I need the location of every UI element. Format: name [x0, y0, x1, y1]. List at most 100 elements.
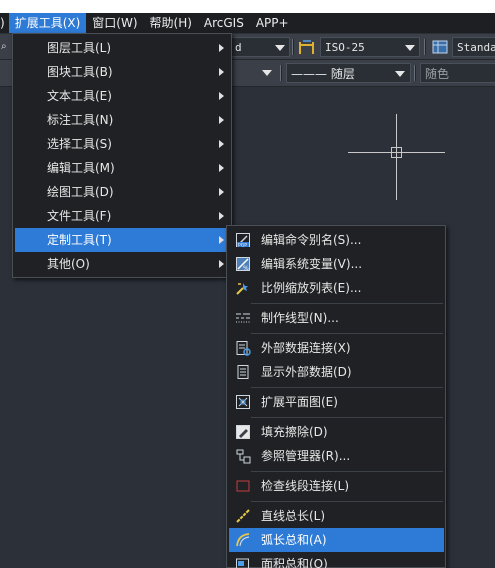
color-select[interactable]: 随色 [420, 63, 495, 83]
menu-item-label: 其他(O) [47, 257, 90, 271]
check-segment-icon [236, 480, 250, 492]
show-external-data-icon [237, 365, 249, 379]
menu-item-edit-tools[interactable]: 编辑工具(M) [15, 156, 230, 180]
menu-separator [251, 501, 443, 502]
color-value: 随色 [425, 66, 450, 81]
svg-text:PGP: PGP [238, 243, 247, 249]
menu-item-label: 图块工具(B) [47, 65, 113, 79]
menu-item-draw-tools[interactable]: 绘图工具(D) [15, 180, 230, 204]
menu-item-edit-system-variable[interactable]: % 编辑系统变量(V)... [229, 252, 444, 276]
menu-separator [251, 471, 443, 472]
menu-item-arc-length-sum[interactable]: 弧长总和(A) [229, 528, 444, 552]
system-variable-icon: % [236, 257, 250, 272]
menu-item-label: 参照管理器(R)... [261, 449, 351, 463]
chevron-right-icon [219, 116, 224, 124]
menu-partial[interactable]: ) [0, 13, 9, 33]
menu-item-label: 弧长总和(A) [261, 533, 327, 547]
external-data-link-icon [236, 341, 251, 356]
chevron-down-icon [405, 45, 415, 51]
menu-item-make-linetype[interactable]: 制作线型(N)... [229, 306, 444, 330]
menu-arcgis[interactable]: ArcGIS [198, 13, 250, 33]
arc-length-icon [236, 533, 250, 547]
dimension-style-icon[interactable] [298, 39, 316, 55]
linetype-select[interactable]: ——— 随层 [286, 63, 411, 83]
menu-item-label: 比例缩放列表(E)... [261, 281, 362, 295]
pgp-file-icon: PGP [236, 233, 250, 249]
menu-item-external-data-link[interactable]: 外部数据连接(X) [229, 336, 444, 360]
toolbar-separator [424, 39, 426, 55]
chevron-right-icon [219, 236, 224, 244]
menu-bar: ) 扩展工具(X) 窗口(W) 帮助(H) ArcGIS APP+ [0, 13, 495, 33]
menu-item-label: 显示外部数据(D) [261, 365, 352, 379]
menu-app-plus[interactable]: APP+ [250, 13, 295, 33]
textstyle-value: Standar [457, 40, 495, 54]
menu-item-scale-list[interactable]: 比例缩放列表(E)... [229, 276, 444, 300]
menu-item-file-tools[interactable]: 文件工具(F) [15, 204, 230, 228]
chevron-right-icon [219, 68, 224, 76]
menu-item-label: 绘图工具(D) [47, 185, 114, 199]
fill-erase-icon [236, 425, 250, 439]
menu-item-label: 文件工具(F) [47, 209, 112, 223]
menu-separator [251, 303, 443, 304]
menu-item-label: 编辑系统变量(V)... [261, 257, 363, 271]
textstyle-select[interactable]: Standar [452, 37, 495, 57]
style-select-value: d [235, 40, 242, 54]
chevron-down-icon[interactable] [262, 70, 272, 76]
menu-item-show-external-data[interactable]: 显示外部数据(D) [229, 360, 444, 384]
menu-help[interactable]: 帮助(H) [144, 13, 198, 33]
menu-item-expand-plan[interactable]: 扩展平面图(E) [229, 390, 444, 414]
chevron-right-icon [219, 212, 224, 220]
menu-item-label: 检查线段连接(L) [261, 479, 350, 493]
menu-separator [251, 387, 443, 388]
menu-item-fill-erase[interactable]: 填充擦除(D) [229, 420, 444, 444]
menu-item-layer-tools[interactable]: 图层工具(L) [15, 36, 230, 60]
area-sum-icon [236, 558, 249, 568]
menu-item-line-total-length[interactable]: 直线总长(L) [229, 504, 444, 528]
menu-item-label: 制作线型(N)... [261, 311, 339, 325]
menu-item-label: 选择工具(S) [47, 137, 112, 151]
menu-item-edit-command-alias[interactable]: PGP 编辑命令别名(S)... [229, 228, 444, 252]
search-icon[interactable]: ⌕ [0, 34, 12, 60]
custom-tools-submenu: PGP 编辑命令别名(S)... % 编辑系统变量(V)... 比例缩放列表(E… [226, 225, 446, 568]
menu-extend-tools[interactable]: 扩展工具(X) [8, 13, 87, 33]
menu-item-label: 图层工具(L) [47, 41, 112, 55]
extend-tools-menu: 图层工具(L) 图块工具(B) 文本工具(E) 标注工具(N) 选择工具(S) … [12, 33, 232, 278]
linetype-value: ——— 随层 [291, 66, 355, 81]
linetype-icon [236, 313, 250, 323]
svg-text:%: % [243, 265, 249, 272]
line-length-icon [236, 509, 250, 523]
dimstyle-select[interactable]: ISO-25 [320, 37, 420, 57]
toolbar-separator [280, 65, 282, 81]
crosshair-pickbox [391, 147, 402, 158]
window-top-strip [0, 0, 495, 13]
menu-item-label: 文本工具(E) [47, 89, 112, 103]
xref-manager-icon [236, 449, 251, 464]
menu-item-area-sum[interactable]: 面积总和(O) [229, 552, 444, 568]
menu-window[interactable]: 窗口(W) [86, 13, 143, 33]
menu-item-label: 编辑命令别名(S)... [261, 233, 362, 247]
menu-item-label: 扩展平面图(E) [261, 395, 338, 409]
menu-item-xref-manager[interactable]: 参照管理器(R)... [229, 444, 444, 468]
menu-item-check-segment[interactable]: 检查线段连接(L) [229, 474, 444, 498]
toolbar-separator [292, 39, 294, 55]
menu-item-custom-tools[interactable]: 定制工具(T) [15, 228, 230, 252]
chevron-right-icon [219, 164, 224, 172]
chevron-right-icon [219, 260, 224, 268]
menu-item-text-tools[interactable]: 文本工具(E) [15, 84, 230, 108]
menu-item-dimension-tools[interactable]: 标注工具(N) [15, 108, 230, 132]
toolbar-separator [414, 65, 416, 81]
chevron-right-icon [219, 140, 224, 148]
style-select[interactable]: d [230, 37, 290, 57]
menu-item-other[interactable]: 其他(O) [15, 252, 230, 276]
chevron-right-icon [219, 188, 224, 196]
menu-item-label: 面积总和(O) [261, 557, 328, 568]
menu-item-selection-tools[interactable]: 选择工具(S) [15, 132, 230, 156]
menu-item-block-tools[interactable]: 图块工具(B) [15, 60, 230, 84]
expand-plan-icon [236, 395, 250, 409]
menu-item-label: 标注工具(N) [47, 113, 114, 127]
table-style-icon[interactable] [432, 39, 448, 55]
menu-separator [251, 417, 443, 418]
menu-item-label: 填充擦除(D) [261, 425, 328, 439]
menu-item-label: 直线总长(L) [261, 509, 326, 523]
dimstyle-value: ISO-25 [325, 40, 365, 54]
